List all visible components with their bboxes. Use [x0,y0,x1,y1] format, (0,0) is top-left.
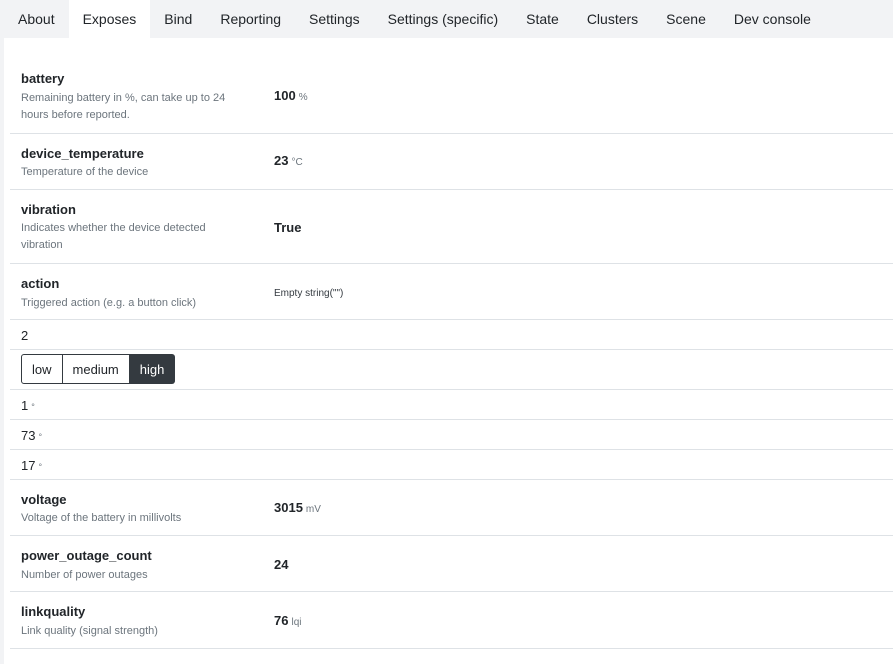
voltage-unit: mV [305,504,321,515]
tab-settings[interactable]: Settings [295,0,374,38]
tab-dev-console[interactable]: Dev console [720,0,825,38]
expose-row-sensitivity: low medium high [10,350,893,390]
expose-row-voltage: voltage Voltage of the battery in milliv… [10,480,893,536]
expose-description: Indicates whether the device detected vi… [21,222,206,251]
sensitivity-medium-button[interactable]: medium [62,354,130,384]
expose-row-device-temperature: device_temperature Temperature of the de… [10,134,893,190]
linkquality-unit: lqi [291,617,302,628]
expose-row-linkquality: linkquality Link quality (signal strengt… [10,592,893,649]
angle-y-unit: ° [38,432,43,442]
expose-value: 3015 mV [274,500,321,515]
expose-row-angle-y: 73 ° [10,420,893,450]
temperature-unit: °C [291,157,303,168]
tab-clusters[interactable]: Clusters [573,0,652,38]
expose-row-angle-x: 1 ° [10,390,893,420]
angle-x-value: 1 [21,398,29,413]
expose-value: 23 °C [274,153,303,168]
expose-name: linkquality [21,604,86,619]
expose-row-battery: battery Remaining battery in %, can take… [10,60,893,134]
expose-value: 1 ° [21,398,35,413]
tab-bar: About Exposes Bind Reporting Settings Se… [0,0,893,38]
battery-value: 100 [274,88,296,103]
expose-value: 2 [21,328,29,343]
sensitivity-low-button[interactable]: low [21,354,63,384]
expose-description: Voltage of the battery in millivolts [21,512,182,524]
expose-name: device_temperature [21,146,144,161]
expose-value: True [274,220,302,235]
expose-value: 17 ° [21,458,42,473]
voltage-value: 3015 [274,500,303,515]
expose-description: Link quality (signal strength) [21,625,158,637]
exposes-panel: battery Remaining battery in %, can take… [4,38,893,664]
tab-settings-specific[interactable]: Settings (specific) [374,0,512,38]
expose-row-action: action Triggered action (e.g. a button c… [10,264,893,320]
expose-row-number: 2 [10,320,893,350]
angle-z-unit: ° [38,462,43,472]
expose-description: Remaining battery in %, can take up to 2… [21,92,226,121]
expose-value: Empty string("") [274,288,344,299]
temperature-value: 23 [274,153,289,168]
expose-row-power-outage-count: power_outage_count Number of power outag… [10,536,893,592]
angle-x-unit: ° [31,402,35,412]
expose-value: 73 ° [21,428,42,443]
exposes-list: battery Remaining battery in %, can take… [10,60,893,649]
expose-description: Triggered action (e.g. a button click) [21,297,197,309]
sensitivity-button-group: low medium high [21,354,176,384]
tab-exposes[interactable]: Exposes [68,0,151,38]
expose-name: action [21,276,60,291]
tab-scene[interactable]: Scene [652,0,720,38]
tab-bind[interactable]: Bind [150,0,206,38]
angle-y-value: 73 [21,428,36,443]
expose-row-vibration: vibration Indicates whether the device d… [10,190,893,264]
linkquality-value: 76 [274,613,289,628]
tab-state[interactable]: State [512,0,573,38]
expose-value: 100% [274,88,308,103]
expose-value: 76 lqi [274,613,301,628]
expose-name: power_outage_count [21,548,152,563]
expose-name: battery [21,71,65,86]
expose-value: 24 [274,557,289,572]
expose-description: Number of power outages [21,569,148,581]
tab-about[interactable]: About [0,0,69,38]
expose-name: vibration [21,202,76,217]
expose-name: voltage [21,492,67,507]
expose-row-angle-z: 17 ° [10,450,893,480]
angle-z-value: 17 [21,458,36,473]
battery-unit: % [298,92,308,103]
expose-description: Temperature of the device [21,166,149,178]
tab-reporting[interactable]: Reporting [206,0,295,38]
sensitivity-high-button[interactable]: high [129,354,176,384]
